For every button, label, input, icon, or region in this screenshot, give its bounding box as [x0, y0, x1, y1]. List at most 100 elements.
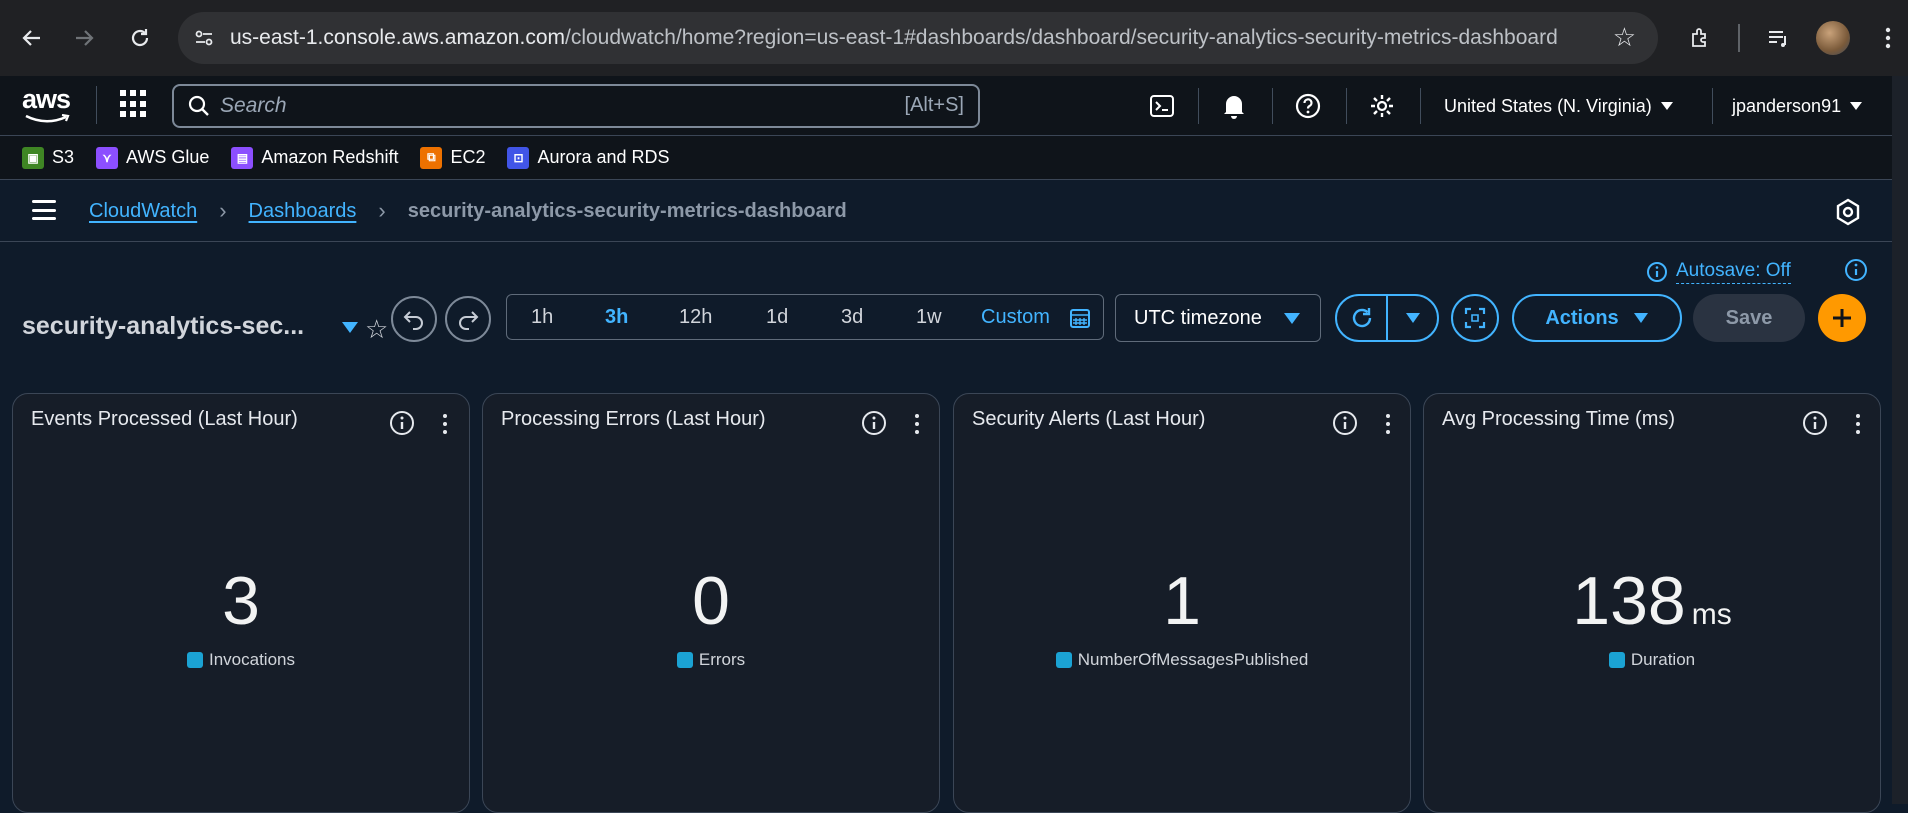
info-icon[interactable]: [1802, 410, 1828, 441]
more-options-icon[interactable]: [1848, 410, 1868, 438]
search-shortcut-hint: [Alt+S]: [904, 94, 964, 116]
favorite-redshift[interactable]: ▤ Amazon Redshift: [231, 146, 398, 169]
favorite-star-icon[interactable]: ☆: [365, 314, 388, 345]
add-widget-button[interactable]: [1818, 294, 1866, 342]
undo-button[interactable]: [391, 296, 437, 342]
favorite-aurora-rds[interactable]: ⊡ Aurora and RDS: [507, 146, 670, 169]
info-icon[interactable]: [1332, 410, 1358, 441]
forward-button[interactable]: [58, 12, 110, 64]
time-range-3d[interactable]: 3d: [841, 306, 863, 329]
settings-hexagon-icon[interactable]: [1834, 198, 1862, 226]
autosave-toggle[interactable]: Autosave: Off: [1646, 260, 1791, 284]
legend-swatch: [1055, 652, 1072, 668]
redo-button[interactable]: [445, 296, 491, 342]
nav-divider: [1420, 88, 1421, 124]
extensions-icon[interactable]: [1680, 18, 1720, 58]
reload-button[interactable]: [114, 12, 166, 64]
info-icon[interactable]: [861, 410, 887, 441]
info-icon[interactable]: [389, 410, 415, 441]
refresh-button-group: [1335, 294, 1439, 342]
page-scrollbar[interactable]: [1892, 76, 1908, 804]
legend-label: Errors: [698, 650, 746, 669]
refresh-icon: [1352, 308, 1371, 328]
region-label: United States (N. Virginia): [1444, 95, 1652, 116]
breadcrumb-cloudwatch[interactable]: CloudWatch: [89, 200, 197, 223]
reading-list-icon[interactable]: [1758, 18, 1798, 58]
actions-button[interactable]: Actions: [1512, 294, 1682, 342]
breadcrumb-dashboards[interactable]: Dashboards: [249, 200, 357, 223]
more-options-icon[interactable]: [907, 410, 927, 438]
time-range-selector: 1h 3h 12h 1d 3d 1w Custom: [506, 294, 1104, 340]
legend-label: Invocations: [209, 650, 295, 669]
site-info-icon[interactable]: [178, 12, 230, 64]
caret-down-icon: [1660, 102, 1673, 110]
aws-logo-text: aws: [22, 84, 71, 114]
bookmark-star-icon[interactable]: ☆: [1613, 22, 1636, 53]
notifications-bell-icon[interactable]: [1218, 90, 1250, 122]
favorite-s3[interactable]: ▣ S3: [22, 146, 74, 169]
breadcrumb-current: security-analytics-security-metrics-dash…: [407, 199, 847, 222]
legend[interactable]: Invocations: [13, 650, 469, 670]
favorite-aws-glue[interactable]: ⋎ AWS Glue: [96, 146, 210, 169]
aws-logo[interactable]: aws: [22, 84, 76, 124]
legend[interactable]: NumberOfMessagesPublished: [954, 650, 1410, 670]
legend-label: Duration: [1630, 650, 1696, 669]
legend-swatch: [187, 652, 203, 668]
widget-title: Security Alerts (Last Hour): [972, 408, 1206, 430]
time-range-custom[interactable]: Custom: [981, 306, 1050, 329]
search-icon: [188, 95, 209, 116]
undo-icon: [403, 311, 423, 330]
calendar-icon[interactable]: [1069, 307, 1091, 329]
dashboard-select-caret-icon[interactable]: [342, 322, 358, 333]
account-menu[interactable]: jpanderson91: [1732, 88, 1863, 124]
legend[interactable]: Errors: [483, 650, 939, 670]
search-input[interactable]: [220, 94, 860, 118]
settings-gear-icon[interactable]: [1366, 90, 1398, 122]
widget-processing-errors: Processing Errors (Last Hour) 0 Errors: [482, 393, 940, 813]
time-range-1h[interactable]: 1h: [531, 306, 553, 329]
region-selector[interactable]: United States (N. Virginia): [1444, 88, 1674, 124]
more-options-icon[interactable]: [435, 410, 455, 438]
legend[interactable]: Duration: [1424, 650, 1880, 670]
favorite-label: EC2: [450, 147, 486, 167]
refresh-button[interactable]: [1337, 296, 1388, 340]
nav-divider: [96, 86, 97, 124]
back-button[interactable]: [6, 12, 58, 64]
breadcrumb-bar: CloudWatch › Dashboards › security-analy…: [0, 180, 1892, 242]
rds-icon: ⊡: [507, 146, 530, 169]
metric-unit: ms: [1691, 598, 1732, 631]
more-options-icon[interactable]: [1378, 410, 1398, 438]
time-range-12h[interactable]: 12h: [679, 306, 712, 329]
widget-security-alerts: Security Alerts (Last Hour) 1 NumberOfMe…: [953, 393, 1411, 813]
caret-down-icon: [1633, 313, 1648, 323]
address-bar[interactable]: us-east-1.console.aws.amazon.com/cloudwa…: [178, 12, 1658, 64]
time-range-1w[interactable]: 1w: [916, 306, 942, 329]
refresh-interval-dropdown[interactable]: [1388, 296, 1437, 340]
legend-label: NumberOfMessagesPublished: [1077, 650, 1309, 669]
time-range-1d[interactable]: 1d: [766, 306, 788, 329]
profile-avatar[interactable]: [1816, 21, 1850, 55]
legend-swatch: [676, 652, 693, 668]
services-menu-icon[interactable]: [120, 90, 148, 118]
browser-toolbar: us-east-1.console.aws.amazon.com/cloudwa…: [0, 0, 1908, 76]
metric-number: 138: [1572, 563, 1686, 639]
chevron-right-icon: ›: [219, 198, 227, 223]
search-box[interactable]: [Alt+S]: [172, 84, 980, 128]
nav-divider: [1198, 88, 1199, 124]
chevron-right-icon: ›: [378, 198, 386, 223]
help-icon[interactable]: [1292, 90, 1324, 122]
favorite-ec2[interactable]: ⧉ EC2: [420, 146, 486, 169]
metric-number: 3: [222, 563, 260, 639]
dashboard-header: Autosave: Off security-analytics-sec... …: [0, 242, 1892, 392]
time-range-3h[interactable]: 3h: [605, 306, 628, 329]
browser-menu-icon[interactable]: [1868, 18, 1908, 58]
timezone-select[interactable]: UTC timezone: [1115, 294, 1321, 342]
favorite-label: AWS Glue: [126, 147, 210, 167]
side-nav-toggle-icon[interactable]: [32, 200, 56, 220]
info-icon[interactable]: [1844, 258, 1868, 287]
metric-number: 1: [1163, 563, 1201, 639]
dashboard-title[interactable]: security-analytics-sec...: [22, 312, 304, 341]
save-button[interactable]: Save: [1693, 294, 1805, 342]
fullscreen-button[interactable]: [1451, 294, 1499, 342]
cloudshell-icon[interactable]: [1146, 90, 1178, 122]
